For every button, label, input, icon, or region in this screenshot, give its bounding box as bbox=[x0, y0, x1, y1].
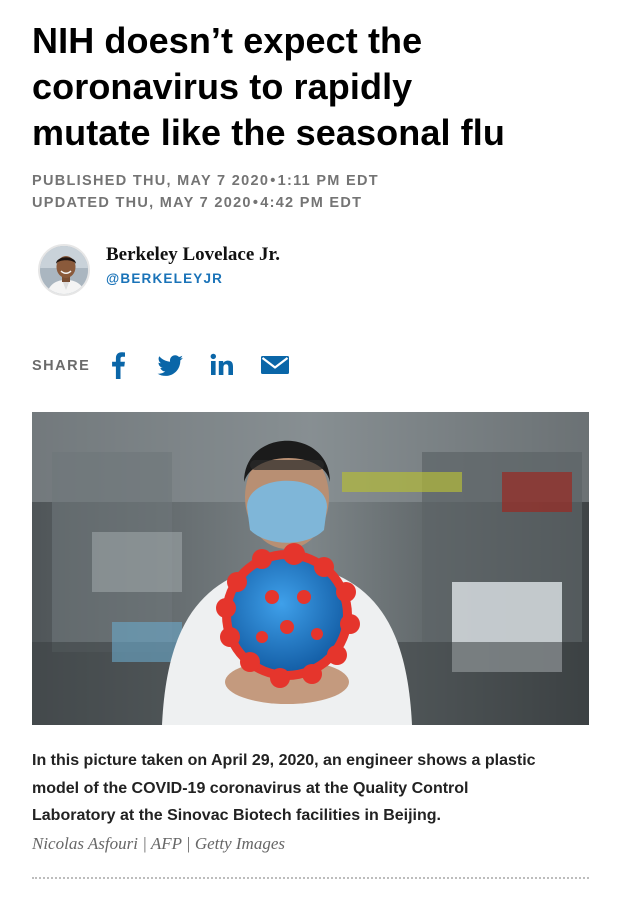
twitter-icon[interactable] bbox=[156, 350, 184, 380]
lab-photo bbox=[32, 412, 589, 725]
published-date: PUBLISHED THU, MAY 7 2020•1:11 PM EDT bbox=[32, 173, 379, 189]
caption-line: In this picture taken on April 29, 2020,… bbox=[32, 752, 536, 769]
article-dates: PUBLISHED THU, MAY 7 2020•1:11 PM EDT UP… bbox=[32, 170, 379, 214]
headline-line: NIH doesn’t expect the bbox=[32, 20, 423, 61]
photo-credit: Nicolas Asfouri | AFP | Getty Images bbox=[32, 834, 285, 853]
caption-line: Laboratory at the Sinovac Biotech facili… bbox=[32, 807, 441, 824]
caption-line: model of the COVID-19 coronavirus at the… bbox=[32, 779, 469, 797]
linkedin-icon[interactable] bbox=[210, 350, 234, 380]
photo-caption: In this picture taken on April 29, 2020,… bbox=[32, 747, 592, 830]
author-name[interactable]: Berkeley Lovelace Jr. bbox=[106, 244, 280, 266]
author-twitter-handle[interactable]: @BERKELEYJR bbox=[106, 271, 223, 286]
headline-line: coronavirus to rapidly bbox=[32, 66, 413, 107]
author-avatar[interactable] bbox=[38, 244, 90, 296]
headline-line: mutate like the seasonal flu bbox=[32, 112, 505, 153]
article-headline: NIH doesn’t expect the coronavirus to ra… bbox=[32, 18, 592, 156]
article-photo bbox=[32, 412, 589, 725]
divider bbox=[32, 877, 589, 879]
email-icon[interactable] bbox=[260, 350, 290, 380]
facebook-icon[interactable] bbox=[110, 350, 126, 380]
updated-date: UPDATED THU, MAY 7 2020•4:42 PM EDT bbox=[32, 195, 363, 211]
share-label: SHARE bbox=[32, 358, 91, 374]
